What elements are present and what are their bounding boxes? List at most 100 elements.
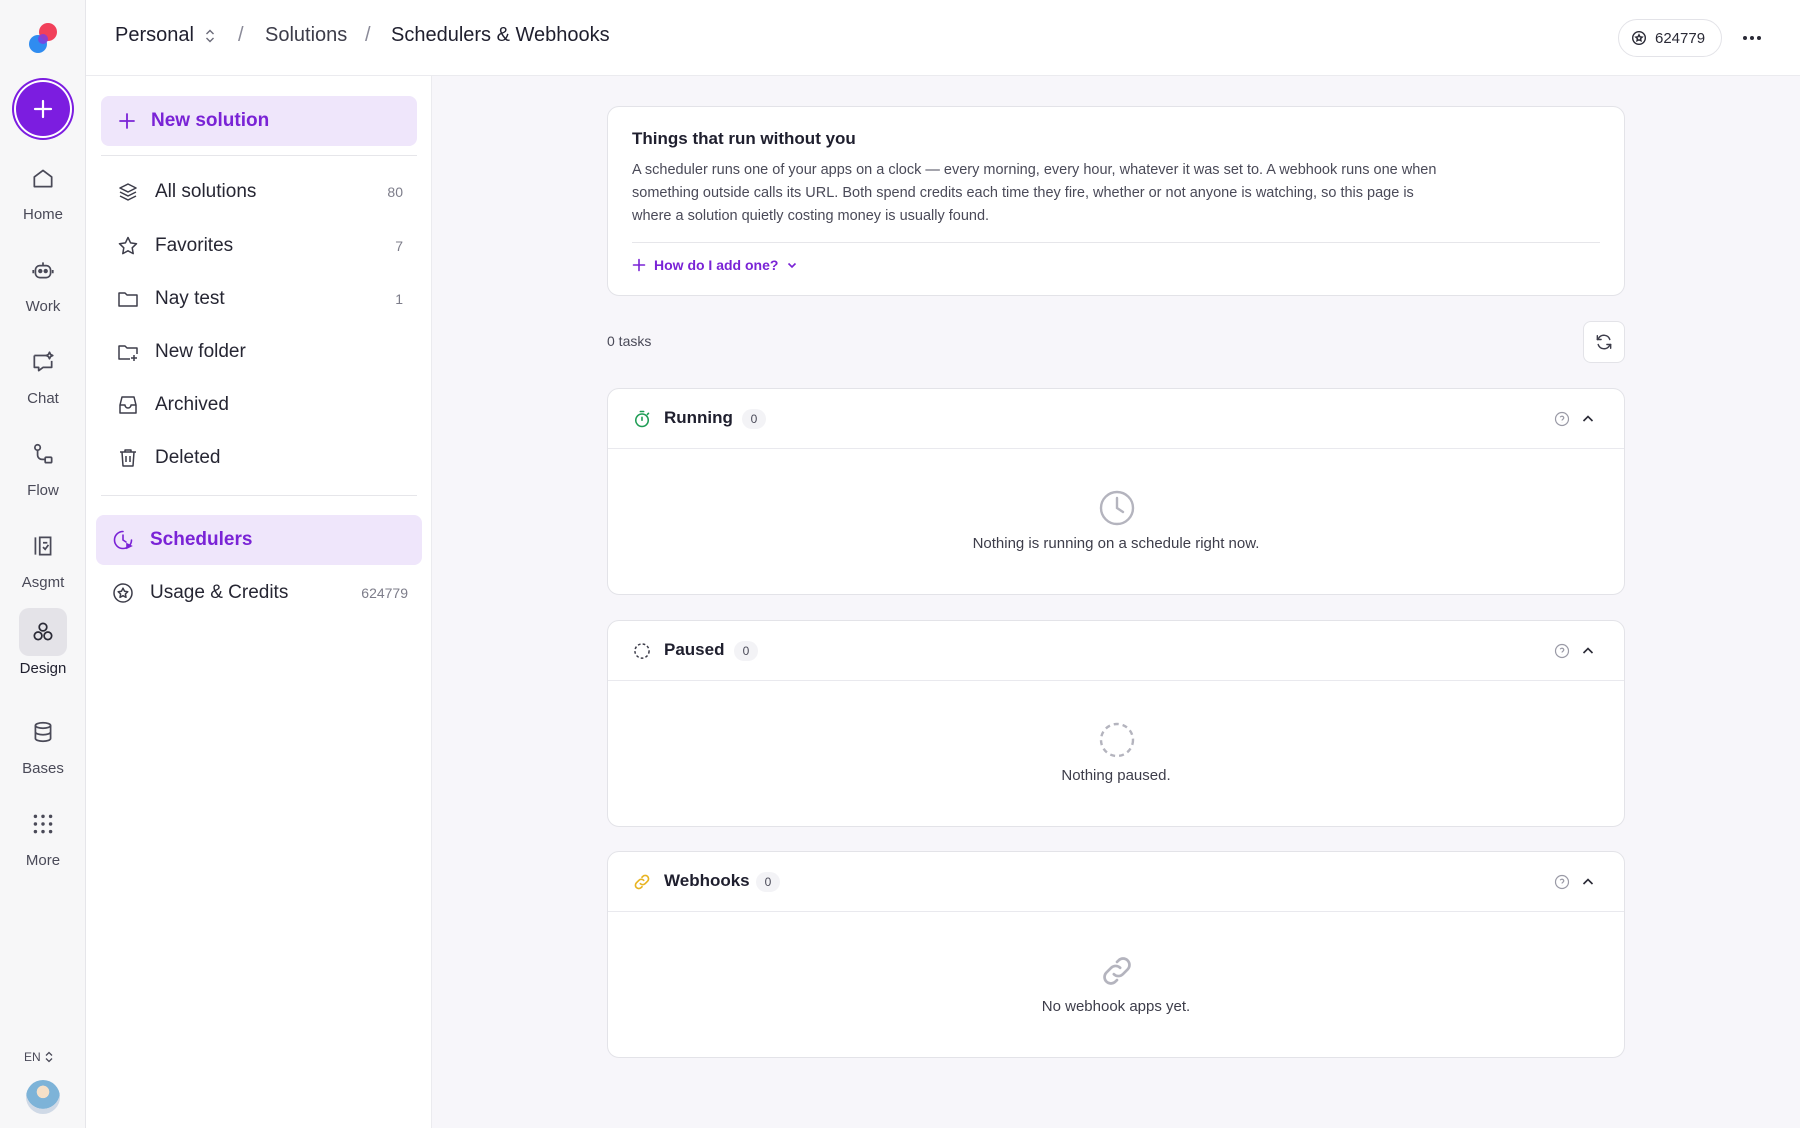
grid-dots-icon bbox=[19, 800, 67, 848]
paused-dashed-circle-icon bbox=[1099, 722, 1135, 758]
solutions-sidebar: New solution All solutions 80 Favorites … bbox=[86, 76, 432, 1128]
section-title: Running bbox=[664, 408, 733, 427]
intro-description: A scheduler runs one of your apps on a c… bbox=[632, 162, 1437, 224]
design-icon bbox=[19, 608, 67, 656]
section-count-badge: 0 bbox=[742, 409, 766, 429]
chevron-updown-icon[interactable] bbox=[204, 28, 216, 44]
workspace-selector[interactable]: Personal bbox=[115, 24, 194, 47]
sidebar-item-nay-test[interactable]: Nay test 1 bbox=[101, 276, 417, 322]
paused-section-header[interactable]: Paused 0 bbox=[608, 621, 1624, 681]
more-options-icon[interactable] bbox=[1740, 26, 1764, 50]
rail-item-label: Design bbox=[19, 660, 67, 677]
sidebar-item-count: 7 bbox=[395, 238, 403, 254]
sidebar-item-schedulers[interactable]: Schedulers bbox=[96, 515, 422, 565]
rail-item-more[interactable]: More bbox=[0, 800, 86, 880]
sidebar-item-label: Favorites bbox=[155, 235, 234, 256]
rail-item-home[interactable]: Home bbox=[0, 154, 86, 234]
rail-item-label: Work bbox=[25, 298, 61, 315]
breadcrumb-separator: / bbox=[365, 24, 371, 46]
rail-item-label: Chat bbox=[27, 390, 59, 407]
rail-item-asgmt[interactable]: Asgmt bbox=[0, 522, 86, 602]
running-section-header[interactable]: Running 0 bbox=[608, 389, 1624, 449]
clock-schedule-icon bbox=[110, 527, 136, 553]
rail-item-label: More bbox=[25, 852, 61, 869]
avatar[interactable] bbox=[26, 1080, 60, 1114]
trash-icon bbox=[115, 445, 141, 471]
robot-icon bbox=[19, 246, 67, 294]
sidebar-item-archived[interactable]: Archived bbox=[101, 382, 417, 428]
section-count-badge: 0 bbox=[756, 872, 780, 892]
app-logo-icon[interactable] bbox=[24, 20, 62, 58]
sidebar-item-label: Usage & Credits bbox=[150, 582, 289, 603]
sidebar-item-label: Archived bbox=[155, 394, 229, 415]
sidebar-item-deleted[interactable]: Deleted bbox=[101, 435, 417, 481]
refresh-button[interactable] bbox=[1583, 321, 1625, 363]
sidebar-item-label: Schedulers bbox=[150, 529, 253, 550]
how-to-add-label: How do I add one? bbox=[654, 257, 779, 273]
new-solution-label: New solution bbox=[151, 110, 270, 131]
sidebar-item-count: 624779 bbox=[361, 585, 408, 601]
folder-plus-icon bbox=[115, 339, 141, 365]
breadcrumb-solutions[interactable]: Solutions bbox=[265, 24, 347, 47]
empty-state-text: Nothing paused. bbox=[1061, 767, 1171, 784]
page-title: Schedulers & Webhooks bbox=[391, 24, 610, 46]
webhooks-section: Webhooks 0 No webhook apps yet. bbox=[607, 851, 1625, 1058]
plus-icon bbox=[632, 258, 646, 272]
link-icon bbox=[634, 874, 650, 890]
rail-item-label: Bases bbox=[22, 760, 64, 777]
divider bbox=[632, 242, 1600, 243]
help-icon[interactable] bbox=[1554, 411, 1570, 427]
rail-item-work[interactable]: Work bbox=[0, 246, 86, 326]
refresh-icon bbox=[1596, 334, 1612, 350]
chevron-updown-icon bbox=[45, 1051, 53, 1063]
create-new-button[interactable] bbox=[16, 82, 70, 136]
webhooks-section-header[interactable]: Webhooks 0 bbox=[608, 852, 1624, 912]
chevron-up-icon[interactable] bbox=[1580, 411, 1596, 427]
layers-icon bbox=[115, 179, 141, 205]
paused-dashed-circle-icon bbox=[634, 643, 650, 659]
flow-icon bbox=[19, 430, 67, 478]
sidebar-item-favorites[interactable]: Favorites 7 bbox=[101, 223, 417, 269]
rail-item-label: Flow bbox=[27, 482, 59, 499]
paused-section: Paused 0 Nothing paused. bbox=[607, 620, 1625, 827]
rail-item-chat[interactable]: Chat bbox=[0, 338, 86, 418]
help-icon[interactable] bbox=[1554, 874, 1570, 890]
sidebar-item-new-folder[interactable]: New folder bbox=[101, 329, 417, 375]
rail-item-flow[interactable]: Flow bbox=[0, 430, 86, 510]
coin-icon bbox=[110, 580, 136, 606]
rail-item-label: Asgmt bbox=[21, 574, 65, 591]
section-title: Webhooks bbox=[664, 871, 750, 890]
folder-icon bbox=[115, 286, 141, 312]
rail-item-design[interactable]: Design bbox=[0, 608, 86, 688]
star-icon bbox=[115, 233, 141, 259]
rail-item-bases[interactable]: Bases bbox=[0, 708, 86, 788]
chat-sparkle-icon bbox=[19, 338, 67, 386]
divider bbox=[101, 495, 417, 496]
sidebar-item-count: 80 bbox=[387, 184, 403, 200]
app-rail: Home Work Chat Flow Asgmt Design Bases M… bbox=[0, 0, 86, 1128]
clock-icon bbox=[1099, 490, 1135, 526]
sidebar-item-all-solutions[interactable]: All solutions 80 bbox=[101, 169, 417, 215]
chevron-up-icon[interactable] bbox=[1580, 874, 1596, 890]
sidebar-item-count: 1 bbox=[395, 291, 403, 307]
home-icon bbox=[19, 154, 67, 202]
database-icon bbox=[19, 708, 67, 756]
credits-badge[interactable]: 624779 bbox=[1618, 19, 1723, 57]
assignment-icon bbox=[19, 522, 67, 570]
empty-state-text: No webhook apps yet. bbox=[1041, 998, 1191, 1015]
rail-item-label: Home bbox=[22, 206, 63, 223]
top-bar: Personal / Solutions / Schedulers & Webh… bbox=[86, 0, 1800, 76]
plus-icon bbox=[33, 99, 53, 119]
sidebar-item-usage-credits[interactable]: Usage & Credits 624779 bbox=[96, 570, 422, 616]
new-solution-button[interactable]: New solution bbox=[101, 96, 417, 146]
divider bbox=[101, 155, 417, 156]
tasks-count: 0 tasks bbox=[607, 333, 652, 349]
archive-icon bbox=[115, 392, 141, 418]
language-selector[interactable]: EN bbox=[24, 1050, 54, 1064]
link-icon bbox=[1103, 957, 1131, 985]
breadcrumb-separator: / bbox=[238, 24, 244, 46]
sidebar-item-label: Deleted bbox=[155, 447, 221, 468]
how-to-add-toggle[interactable]: How do I add one? bbox=[632, 257, 798, 273]
help-icon[interactable] bbox=[1554, 643, 1570, 659]
chevron-up-icon[interactable] bbox=[1580, 643, 1596, 659]
